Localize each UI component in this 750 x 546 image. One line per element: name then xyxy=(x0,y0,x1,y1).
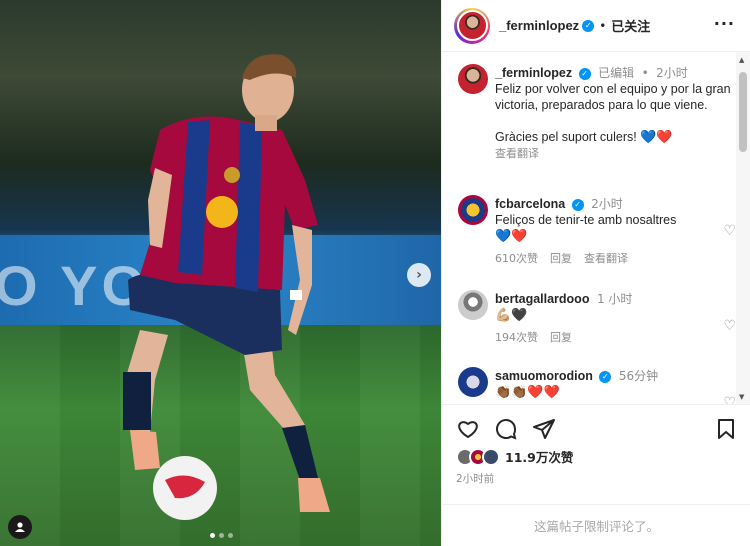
caption-edited: 已编辑 xyxy=(598,66,635,80)
comment-icon[interactable] xyxy=(494,417,518,441)
post-header: _ferminlopez ✓ • 已关注 ··· xyxy=(442,0,750,52)
translate-link[interactable]: 查看翻译 xyxy=(495,147,539,160)
comment-likes[interactable]: 194次赞 xyxy=(495,331,538,344)
more-icon[interactable]: ··· xyxy=(714,14,735,33)
comment-item: bertagallardooo 1 小时 💪🏼🖤 194次赞 回复 ♡ xyxy=(458,290,736,345)
comment-emoji: 💙❤️ xyxy=(495,228,528,243)
post-actions: 11.9万次赞 2小时前 xyxy=(442,404,750,504)
avatar[interactable] xyxy=(458,367,488,397)
heart-icon[interactable] xyxy=(456,417,480,441)
header-username[interactable]: _ferminlopez xyxy=(499,18,579,33)
likes-count[interactable]: 11.9万次赞 xyxy=(505,447,573,466)
reply-button[interactable]: 回复 xyxy=(550,252,572,265)
comment-username[interactable]: fcbarcelona xyxy=(495,197,565,211)
post-side-panel: _ferminlopez ✓ • 已关注 ··· _ferminlopez ✓ … xyxy=(441,0,750,546)
comment-item: fcbarcelona ✓ 2小时 Feliços de tenir-te am… xyxy=(458,195,736,266)
comment-emoji: 💪🏼🖤 xyxy=(495,307,528,322)
comment-text: Feliços de tenir-te amb nosaltres xyxy=(495,213,677,227)
avatar[interactable] xyxy=(458,290,488,320)
bookmark-icon[interactable] xyxy=(714,417,738,441)
caption: _ferminlopez ✓ 已编辑 • 2小时 Feliz por volve… xyxy=(458,64,736,161)
comment-heart-icon[interactable]: ♡ xyxy=(723,395,736,404)
comment-heart-icon[interactable]: ♡ xyxy=(723,223,736,239)
scroll-down-icon[interactable]: ▼ xyxy=(739,393,744,401)
verified-icon: ✓ xyxy=(571,198,584,211)
scrollbar-thumb[interactable] xyxy=(739,72,747,152)
caption-text: Feliz por volver con el equipo y por la … xyxy=(495,82,731,112)
carousel-indicator xyxy=(210,533,233,538)
avatar[interactable] xyxy=(454,7,490,44)
verified-icon: ✓ xyxy=(599,370,612,383)
caption-emoji: 💙❤️ xyxy=(640,129,673,144)
caption-time: 2小时 xyxy=(656,66,688,80)
player-illustration xyxy=(123,54,330,520)
separator: • xyxy=(641,66,649,80)
comment-time: 2小时 xyxy=(591,197,623,211)
comment-username[interactable]: samuomorodion xyxy=(495,369,593,383)
avatar[interactable] xyxy=(458,195,488,225)
carousel-dot xyxy=(228,533,233,538)
tagged-user-icon[interactable] xyxy=(8,515,32,539)
carousel-dot xyxy=(210,533,215,538)
avatar[interactable] xyxy=(458,64,488,94)
caption-username[interactable]: _ferminlopez xyxy=(495,66,572,80)
post-time: 2小时前 xyxy=(456,473,495,485)
separator: • xyxy=(599,18,607,33)
comment-item: samuomorodion ✓ 56分钟 👏🏾👏🏾❤️❤️ ♡ xyxy=(458,367,736,404)
comments-limited-notice: 这篇帖子限制评论了。 xyxy=(442,504,750,546)
comment-likes[interactable]: 610次赞 xyxy=(495,252,538,265)
verified-icon: ✓ xyxy=(578,67,591,80)
share-icon[interactable] xyxy=(532,417,556,441)
comment-emoji: 👏🏾👏🏾❤️❤️ xyxy=(495,384,560,399)
reply-button[interactable]: 回复 xyxy=(550,331,572,344)
comment-time: 1 小时 xyxy=(596,292,633,306)
follow-button[interactable]: 已关注 xyxy=(611,16,650,35)
caption-text-2: Gràcies pel suport culers! xyxy=(495,130,637,144)
scroll-up-icon[interactable]: ▲ xyxy=(739,56,744,64)
post-image[interactable]: O YO › xyxy=(0,0,441,546)
carousel-dot xyxy=(219,533,224,538)
comment-heart-icon[interactable]: ♡ xyxy=(723,318,736,334)
comment-username[interactable]: bertagallardooo xyxy=(495,292,589,306)
comment-time: 56分钟 xyxy=(618,369,659,383)
avatar xyxy=(482,447,500,466)
comments-scrollbar[interactable]: ▲ ▼ xyxy=(736,52,750,404)
next-image-button[interactable]: › xyxy=(407,263,431,287)
translate-link[interactable]: 查看翻译 xyxy=(584,252,628,265)
comments-list[interactable]: _ferminlopez ✓ 已编辑 • 2小时 Feliz por volve… xyxy=(442,52,750,404)
verified-icon: ✓ xyxy=(582,19,595,32)
likes-row[interactable]: 11.9万次赞 xyxy=(456,447,573,466)
